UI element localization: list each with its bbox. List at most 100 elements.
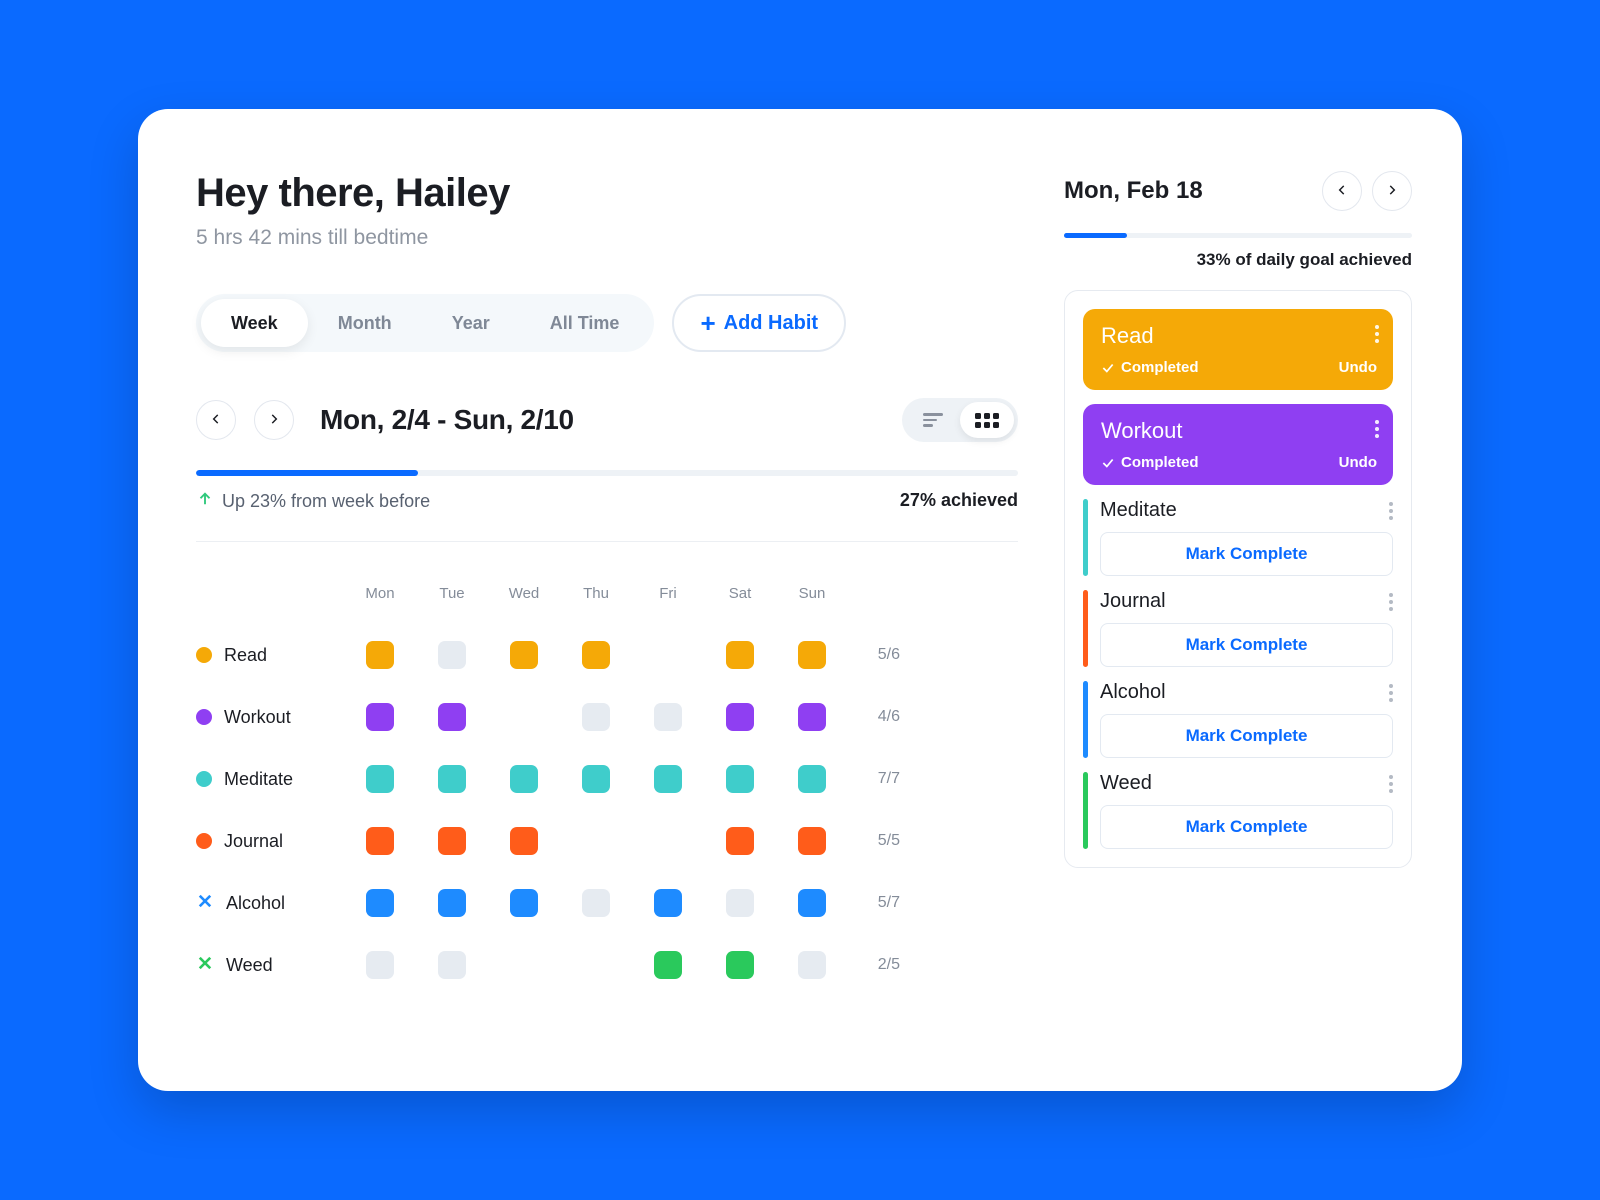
status-label: Completed <box>1101 454 1199 471</box>
habit-cell[interactable] <box>416 703 488 731</box>
prev-day-button[interactable] <box>1322 171 1362 211</box>
tabs-row: WeekMonthYearAll Time + Add Habit <box>196 294 1018 352</box>
card-title: Workout <box>1101 418 1377 444</box>
habit-name: Weed <box>196 954 344 977</box>
habit-dot-icon <box>196 771 212 787</box>
habit-row-weed: Weed 2/5 <box>196 934 1018 996</box>
view-list-button[interactable] <box>906 402 960 438</box>
pending-card-meditate: MeditateMark Complete <box>1083 499 1393 576</box>
habit-row-meditate: Meditate 7/7 <box>196 748 1018 810</box>
habit-cell[interactable] <box>704 703 776 731</box>
habit-cell[interactable] <box>776 889 848 917</box>
habit-cell[interactable] <box>488 889 560 917</box>
habit-cell[interactable] <box>776 765 848 793</box>
greeting: Hey there, Hailey <box>196 171 1018 216</box>
pending-card-weed: Weed Mark Complete <box>1083 772 1393 849</box>
habit-name: Meditate <box>196 769 344 790</box>
habit-cell[interactable] <box>704 765 776 793</box>
habit-cell[interactable] <box>632 889 704 917</box>
day-header: Mon <box>344 585 416 602</box>
habit-cell[interactable] <box>632 703 704 731</box>
chevron-right-icon <box>267 412 281 429</box>
card-menu-button[interactable] <box>1389 775 1393 793</box>
next-day-button[interactable] <box>1372 171 1412 211</box>
view-grid-button[interactable] <box>960 402 1014 438</box>
pending-card-alcohol: Alcohol Mark Complete <box>1083 681 1393 758</box>
period-tabs: WeekMonthYearAll Time <box>196 294 654 352</box>
habit-cell[interactable] <box>632 951 704 979</box>
habit-count: 2/5 <box>848 956 904 974</box>
habit-row-read: Read5/6 <box>196 624 1018 686</box>
habit-cell[interactable] <box>344 703 416 731</box>
habit-count: 5/6 <box>848 646 904 664</box>
habit-cell[interactable] <box>560 641 632 669</box>
habit-cell[interactable] <box>344 765 416 793</box>
mark-complete-button[interactable]: Mark Complete <box>1100 532 1393 576</box>
tab-month[interactable]: Month <box>308 299 422 347</box>
habit-cell[interactable] <box>704 951 776 979</box>
view-toggle <box>902 398 1018 442</box>
habit-cell[interactable] <box>416 889 488 917</box>
prev-week-button[interactable] <box>196 400 236 440</box>
habit-count: 5/7 <box>848 894 904 912</box>
day-header: Thu <box>560 585 632 602</box>
habit-cell[interactable] <box>344 827 416 855</box>
chevron-left-icon <box>1335 183 1349 200</box>
habit-cell[interactable] <box>560 765 632 793</box>
card-stripe <box>1083 772 1088 849</box>
card-title: Weed <box>1100 772 1152 795</box>
habit-name: Workout <box>196 707 344 728</box>
card-menu-button[interactable] <box>1375 325 1379 343</box>
trend-row: Up 23% from week before <box>196 490 430 513</box>
habit-cell[interactable] <box>776 703 848 731</box>
trend-up-icon <box>196 490 214 513</box>
habit-x-icon <box>196 892 214 915</box>
habit-cell[interactable] <box>632 765 704 793</box>
card-menu-button[interactable] <box>1389 593 1393 611</box>
habit-cell[interactable] <box>704 889 776 917</box>
mark-complete-button[interactable]: Mark Complete <box>1100 714 1393 758</box>
range-row: Mon, 2/4 - Sun, 2/10 <box>196 398 1018 442</box>
daily-progress-track <box>1064 233 1412 238</box>
habit-cell[interactable] <box>560 889 632 917</box>
card-menu-button[interactable] <box>1389 684 1393 702</box>
habit-cell[interactable] <box>416 827 488 855</box>
card-menu-button[interactable] <box>1389 502 1393 520</box>
habit-cell[interactable] <box>416 641 488 669</box>
habit-cell[interactable] <box>560 703 632 731</box>
completed-card-workout: Workout Completed Undo <box>1083 404 1393 485</box>
tab-week[interactable]: Week <box>201 299 308 347</box>
habit-cell[interactable] <box>488 765 560 793</box>
habit-dot-icon <box>196 647 212 663</box>
card-menu-button[interactable] <box>1375 420 1379 438</box>
add-habit-button[interactable]: + Add Habit <box>672 294 846 352</box>
side-date: Mon, Feb 18 <box>1064 177 1203 205</box>
tab-all-time[interactable]: All Time <box>520 299 650 347</box>
habit-cell[interactable] <box>344 641 416 669</box>
day-header: Fri <box>632 585 704 602</box>
habit-cell[interactable] <box>344 889 416 917</box>
habit-cell[interactable] <box>704 641 776 669</box>
side-arrows <box>1322 171 1412 211</box>
mark-complete-button[interactable]: Mark Complete <box>1100 623 1393 667</box>
habit-cell[interactable] <box>776 641 848 669</box>
undo-button[interactable]: Undo <box>1339 359 1377 376</box>
tab-year[interactable]: Year <box>422 299 520 347</box>
habit-cell[interactable] <box>344 951 416 979</box>
mark-complete-button[interactable]: Mark Complete <box>1100 805 1393 849</box>
habit-cell[interactable] <box>776 827 848 855</box>
daily-goal-text: 33% of daily goal achieved <box>1064 250 1412 270</box>
habit-cell[interactable] <box>776 951 848 979</box>
next-week-button[interactable] <box>254 400 294 440</box>
habit-cell[interactable] <box>488 827 560 855</box>
main-column: Hey there, Hailey 5 hrs 42 mins till bed… <box>196 171 1018 1051</box>
chevron-right-icon <box>1385 183 1399 200</box>
card-title: Alcohol <box>1100 681 1166 704</box>
card-title: Read <box>1101 323 1377 349</box>
habit-cell[interactable] <box>416 951 488 979</box>
undo-button[interactable]: Undo <box>1339 454 1377 471</box>
habit-cell[interactable] <box>488 641 560 669</box>
habit-cell[interactable] <box>704 827 776 855</box>
habit-count: 7/7 <box>848 770 904 788</box>
habit-cell[interactable] <box>416 765 488 793</box>
